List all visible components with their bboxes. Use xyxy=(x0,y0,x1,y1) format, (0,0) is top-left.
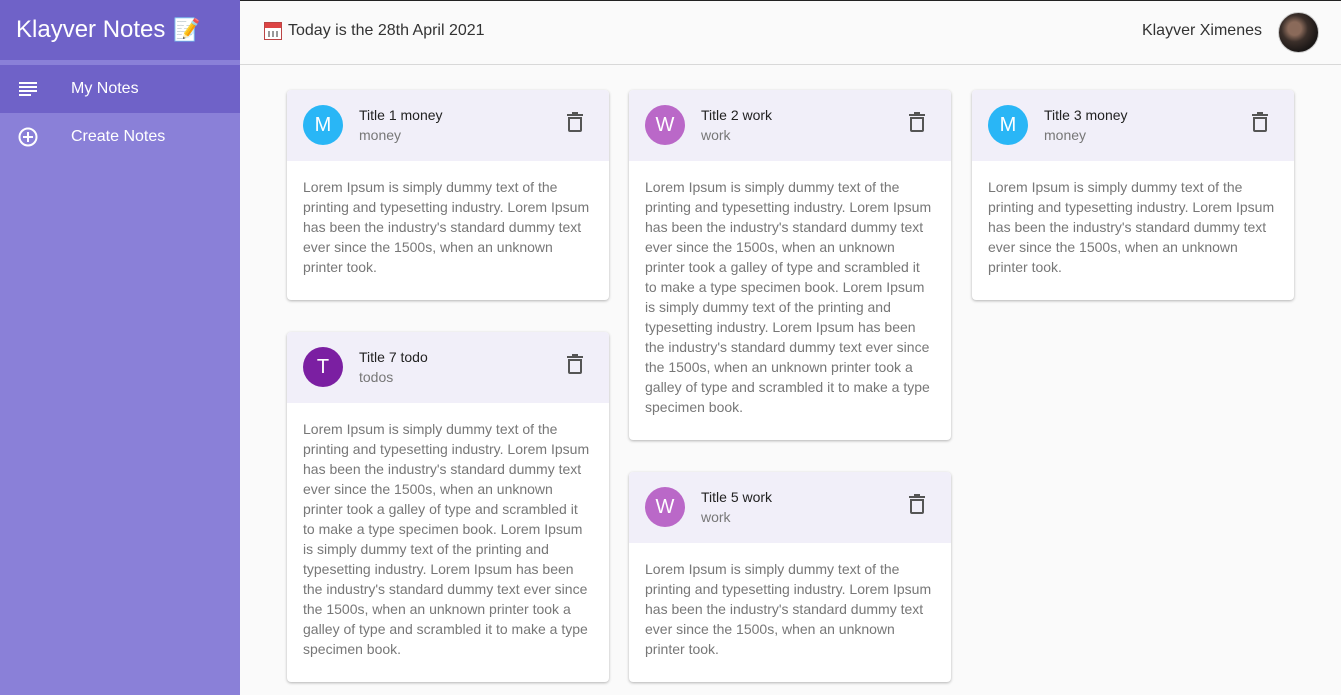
note-card-header: T Title 7 todo todos xyxy=(287,332,609,403)
delete-icon[interactable] xyxy=(909,494,929,516)
app-brand: Klayver Notes 📝 xyxy=(0,0,240,65)
note-title: Title 5 work xyxy=(701,489,773,505)
sidebar-item-label: My Notes xyxy=(71,80,139,97)
note-body: Lorem Ipsum is simply dummy text of the … xyxy=(988,179,1275,275)
note-category: work xyxy=(701,127,731,143)
note-card: T Title 7 todo todos Lorem Ipsum is simp… xyxy=(287,332,609,682)
note-category: money xyxy=(1044,127,1087,143)
note-body: Lorem Ipsum is simply dummy text of the … xyxy=(645,179,932,415)
sidebar-item-my-notes[interactable]: My Notes xyxy=(0,65,240,113)
note-card: W Title 2 work work Lorem Ipsum is simpl… xyxy=(629,90,951,440)
delete-icon[interactable] xyxy=(909,112,929,134)
delete-icon[interactable] xyxy=(567,354,587,376)
avatar[interactable] xyxy=(1278,12,1319,53)
note-avatar: M xyxy=(303,105,343,145)
date-text: Today is the 28th April 2021 xyxy=(288,22,485,39)
note-title: Title 2 work xyxy=(701,107,773,123)
note-body: Lorem Ipsum is simply dummy text of the … xyxy=(645,561,932,657)
note-category: money xyxy=(359,127,402,143)
sidebar-item-create-notes[interactable]: Create Notes xyxy=(0,113,240,161)
note-avatar: M xyxy=(988,105,1028,145)
note-category: todos xyxy=(359,369,394,385)
calendar-icon xyxy=(264,22,282,40)
note-card-header: W Title 5 work work xyxy=(629,472,951,543)
note-card-header: M Title 3 money money xyxy=(972,90,1294,161)
note-card-header: M Title 1 money money xyxy=(287,90,609,161)
note-card: W Title 5 work work Lorem Ipsum is simpl… xyxy=(629,472,951,682)
app-title: Klayver Notes xyxy=(16,16,166,43)
sidebar-item-label: Create Notes xyxy=(71,128,166,145)
user-name: Klayver Ximenes xyxy=(1141,22,1262,39)
subject-lines-icon xyxy=(17,78,39,100)
note-card: M Title 1 money money Lorem Ipsum is sim… xyxy=(287,90,609,300)
date-display: Today is the 28th April 2021 xyxy=(264,22,485,40)
note-card-header: W Title 2 work work xyxy=(629,90,951,161)
add-circle-outline-icon xyxy=(17,126,39,148)
note-avatar: T xyxy=(303,347,343,387)
sidebar: Klayver Notes 📝 My Notes Create Notes xyxy=(0,0,240,695)
delete-icon[interactable] xyxy=(1252,112,1272,134)
memo-icon: 📝 xyxy=(173,17,201,42)
top-bar: Today is the 28th April 2021 Klayver Xim… xyxy=(240,0,1341,65)
note-title: Title 3 money xyxy=(1044,107,1128,123)
note-title: Title 7 todo xyxy=(359,349,428,365)
note-title: Title 1 money xyxy=(359,107,443,123)
note-category: work xyxy=(701,509,731,525)
delete-icon[interactable] xyxy=(567,112,587,134)
note-avatar: W xyxy=(645,105,685,145)
note-body: Lorem Ipsum is simply dummy text of the … xyxy=(303,421,590,657)
note-card: M Title 3 money money Lorem Ipsum is sim… xyxy=(972,90,1294,300)
note-body: Lorem Ipsum is simply dummy text of the … xyxy=(303,179,590,275)
note-avatar: W xyxy=(645,487,685,527)
